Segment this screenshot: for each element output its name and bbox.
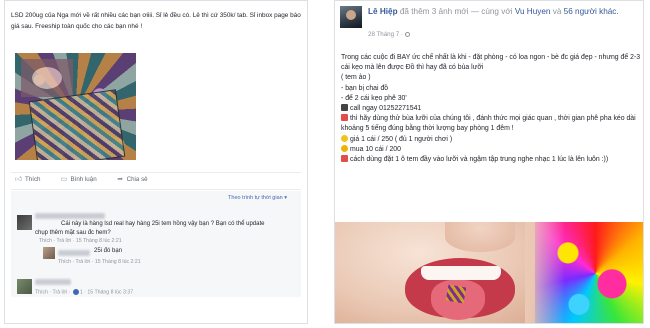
post-line: ( tem ảo )	[341, 74, 371, 82]
share-label: Chia sẻ	[126, 176, 148, 183]
avatar[interactable]	[340, 6, 362, 28]
price-text: giá 1 cái / 250 ( đủ 1 người chơi )	[350, 135, 453, 143]
smile-icon	[341, 144, 348, 152]
usage-text: cách dùng đặt 1 ô tem đầy vào lưỡi và ng…	[350, 156, 609, 164]
comment-time: · 15 Tháng 8 lúc 3:37	[82, 289, 134, 296]
post-line-usage: cách dùng đặt 1 ô tem đầy vào lưỡi và ng…	[341, 155, 641, 165]
comment-meta[interactable]: Thích · Trả lời · 1 · 15 Tháng 8 lúc 3:3…	[35, 289, 133, 295]
warning-icon	[341, 114, 348, 122]
comment-meta-actions: Thích · Trả lời ·	[35, 289, 72, 296]
photo-nose	[445, 222, 515, 252]
divider	[11, 172, 301, 173]
left-facebook-post: LSD 200ug của Nga mới về rất nhiều các b…	[4, 0, 308, 324]
post-line: Trong các cuộc đi BAY ức chế nhất là khi…	[341, 54, 641, 72]
right-post-text: Trong các cuộc đi BAY ức chế nhất là khi…	[341, 53, 641, 165]
post-time-text: 28 Tháng 7 ·	[368, 31, 403, 38]
post-line-call: call ngay 01252271541	[341, 104, 641, 114]
globe-icon	[404, 31, 410, 37]
post-line-price: giá 1 cái / 250 ( đủ 1 người chơi )	[341, 134, 641, 145]
commenter-name-redacted[interactable]	[35, 279, 71, 285]
photo-blotter-tab	[445, 284, 467, 304]
post-timestamp[interactable]: 28 Tháng 7 ·	[368, 31, 410, 38]
post-line: - bạn bị chai đồ	[341, 84, 389, 92]
commenter-name-redacted[interactable]	[58, 250, 90, 256]
share-button[interactable]: ➦ Chia sẻ	[117, 176, 148, 183]
tagged-friend-link[interactable]: Vu Huyen	[515, 7, 551, 16]
post-line-bulk: mua 10 cái / 200	[341, 144, 641, 155]
post-line-pitch: thì hãy dùng thử bùa lưỡi của chúng tôi …	[341, 114, 641, 134]
reply-text: 25i đó bạn	[94, 248, 123, 254]
photo-face-area	[21, 59, 73, 97]
commenter-name-redacted[interactable]	[35, 213, 105, 219]
right-facebook-post: Lê Hiệp đã thêm 3 ảnh mới — cùng với Vu …	[334, 0, 644, 324]
avatar[interactable]	[17, 279, 32, 294]
avatar[interactable]	[43, 247, 55, 259]
smile-icon	[341, 134, 348, 142]
photo-teeth	[421, 266, 501, 280]
post-header: Lê Hiệp đã thêm 3 ảnh mới — cùng với Vu …	[368, 6, 638, 18]
divider	[11, 189, 301, 190]
thumb-up-icon	[72, 289, 79, 295]
comments-section: Theo trình tự thời gian ▾ Cái này là hàn…	[11, 191, 301, 297]
comment-button[interactable]: ▭ Bình luận	[60, 176, 97, 183]
like-button[interactable]: 👍︎ Thích	[15, 176, 40, 183]
comment-meta[interactable]: Thích · Trả lời · 15 Tháng 8 lúc 2:21	[58, 259, 141, 265]
comment-icon: ▭	[60, 176, 68, 183]
phone-text: call ngay 01252271541	[350, 105, 422, 113]
photo-fade	[525, 222, 565, 323]
comment-label: Bình luận	[70, 176, 97, 183]
like-label: Thích	[25, 176, 41, 183]
left-post-photo[interactable]	[15, 53, 136, 160]
pitch-text: thì hãy dùng thử bùa lưỡi của chúng tôi …	[341, 115, 636, 133]
warning-icon	[341, 155, 348, 163]
share-icon: ➦	[117, 176, 124, 183]
avatar[interactable]	[17, 215, 32, 230]
comment-meta[interactable]: Thích · Trả lời · 15 Tháng 8 lúc 2:21	[39, 238, 122, 244]
phone-icon	[341, 104, 348, 112]
post-action-bar: 👍︎ Thích ▭ Bình luận ➦ Chia sẻ	[15, 176, 148, 183]
comment-sort-dropdown[interactable]: Theo trình tự thời gian ▾	[228, 195, 287, 201]
post-line: - để 2 cái kẹo phê 30'	[341, 94, 407, 102]
author-name[interactable]: Lê Hiệp	[368, 7, 398, 16]
right-post-photo[interactable]	[335, 222, 643, 323]
bulk-text: mua 10 cái / 200	[350, 145, 401, 153]
header-conjunction: và	[550, 7, 564, 16]
header-action-text: đã thêm 3 ảnh mới — cùng với	[397, 7, 515, 16]
others-link[interactable]: 56 người khác.	[564, 7, 619, 16]
left-post-text: LSD 200ug của Nga mới về rất nhiều các b…	[11, 12, 301, 30]
photo-blotter-sheet	[28, 89, 126, 160]
thumb-up-icon: 👍︎	[15, 176, 23, 183]
comment-text: Cái này là hàng lsd real hay hàng 25i te…	[35, 221, 265, 236]
